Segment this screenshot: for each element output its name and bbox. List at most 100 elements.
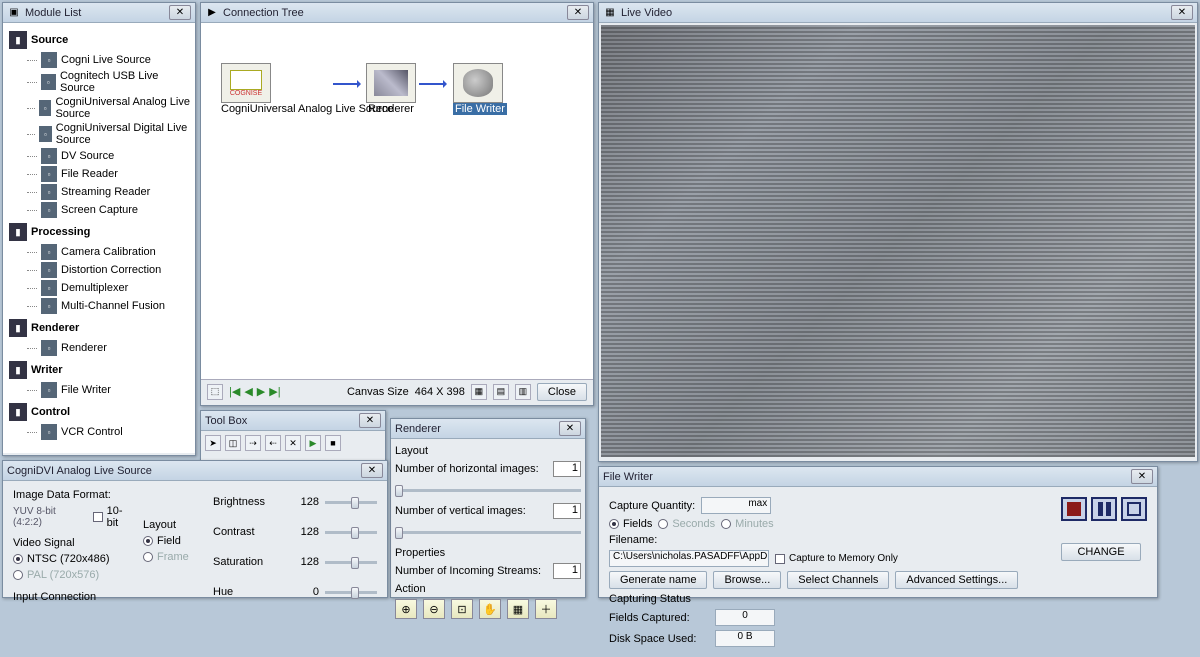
browse-button[interactable]: Browse...	[713, 571, 781, 589]
contrast-slider[interactable]	[325, 523, 377, 541]
toolbox-window: Tool Box ✕ ➤ ◫ ⇢ ⇠ ✕ ▶ ■	[200, 410, 386, 464]
properties-label: Properties	[395, 547, 581, 559]
last-icon[interactable]: ▶|	[269, 385, 280, 398]
hue-slider[interactable]	[325, 583, 377, 601]
next-icon[interactable]: ▶	[257, 385, 265, 398]
pal-radio[interactable]: PAL (720x576)	[13, 569, 133, 581]
module-list-window: ▣ Module List ✕ ▮Source ▫Cogni Live Sourc…	[2, 2, 196, 456]
brightness-slider[interactable]	[325, 493, 377, 511]
tree-category[interactable]: ▮Writer	[9, 361, 191, 379]
add-icon[interactable]: ＋	[535, 599, 557, 619]
tree-icon: ▶	[205, 6, 219, 20]
layout3-icon[interactable]: ▥	[515, 384, 531, 400]
tree-item[interactable]: ▫Screen Capture	[7, 201, 191, 219]
stop-icon[interactable]: ■	[325, 435, 341, 451]
tree-item[interactable]: ▫Cognitech USB Live Source	[7, 69, 191, 95]
stop-button[interactable]	[1121, 497, 1147, 521]
dvi-title: CogniDVI Analog Live Source	[7, 465, 361, 477]
minutes-radio[interactable]: Minutes	[721, 518, 774, 530]
tree-category[interactable]: ▮Processing	[9, 223, 191, 241]
frame-radio[interactable]: Frame	[143, 551, 203, 563]
filename-field[interactable]: C:\Users\nicholas.PASADFF\AppD	[609, 550, 769, 567]
select-icon[interactable]: ◫	[225, 435, 241, 451]
tree-item[interactable]: ▫Renderer	[7, 339, 191, 357]
tree-item[interactable]: ▫Multi-Channel Fusion	[7, 297, 191, 315]
fw-left: Capture Quantity: max Fields Seconds Min…	[609, 493, 1047, 651]
h-images-value[interactable]: 1	[553, 461, 581, 477]
h-slider[interactable]	[395, 481, 581, 499]
close-icon[interactable]: ✕	[359, 413, 381, 428]
tenbit-checkbox[interactable]: 10-bit	[93, 505, 133, 529]
zoom-in-icon[interactable]: ⊕	[395, 599, 417, 619]
dvi-titlebar[interactable]: CogniDVI Analog Live Source ✕	[3, 461, 387, 481]
renderer-titlebar[interactable]: Renderer ✕	[391, 419, 585, 439]
fields-radio[interactable]: Fields	[609, 518, 652, 530]
close-icon[interactable]: ✕	[1171, 5, 1193, 20]
advanced-settings-button[interactable]: Advanced Settings...	[895, 571, 1018, 589]
connection-tree-titlebar[interactable]: ▶ Connection Tree ✕	[201, 3, 593, 23]
tree-item[interactable]: ▫Camera Calibration	[7, 243, 191, 261]
tree-item[interactable]: ▫File Writer	[7, 381, 191, 399]
streams-value[interactable]: 1	[553, 563, 581, 579]
link-icon[interactable]: ⇢	[245, 435, 261, 451]
tree-item[interactable]: ▫CogniUniversal Digital Live Source	[7, 121, 191, 147]
tree-category[interactable]: ▮Renderer	[9, 319, 191, 337]
pan-icon[interactable]: ✋	[479, 599, 501, 619]
field-radio[interactable]: Field	[143, 535, 203, 547]
saturation-value: 128	[289, 556, 319, 568]
tree-item[interactable]: ▫VCR Control	[7, 423, 191, 441]
toolbox-titlebar[interactable]: Tool Box ✕	[201, 411, 385, 431]
generate-name-button[interactable]: Generate name	[609, 571, 707, 589]
saturation-slider[interactable]	[325, 553, 377, 571]
seconds-radio[interactable]: Seconds	[658, 518, 715, 530]
close-icon[interactable]: ✕	[567, 5, 589, 20]
v-images-value[interactable]: 1	[553, 503, 581, 519]
tree-item[interactable]: ▫Cogni Live Source	[7, 51, 191, 69]
node-filewriter[interactable]: File Writer	[453, 63, 507, 115]
select-channels-button[interactable]: Select Channels	[787, 571, 889, 589]
tree-item[interactable]: ▫File Reader	[7, 165, 191, 183]
layout1-icon[interactable]: ▦	[471, 384, 487, 400]
capture-mem-checkbox[interactable]: Capture to Memory Only	[775, 553, 898, 564]
change-button[interactable]: CHANGE	[1061, 543, 1141, 561]
connection-canvas[interactable]: COGNISE CogniUniversal Analog Live Sourc…	[201, 23, 593, 379]
close-button[interactable]: Close	[537, 383, 587, 401]
file-writer-titlebar[interactable]: File Writer ✕	[599, 467, 1157, 487]
grid-icon[interactable]: ▦	[507, 599, 529, 619]
module-list-titlebar[interactable]: ▣ Module List ✕	[3, 3, 195, 23]
close-icon[interactable]: ✕	[361, 463, 383, 478]
tree-item[interactable]: ▫CogniUniversal Analog Live Source	[7, 95, 191, 121]
layout2-icon[interactable]: ▤	[493, 384, 509, 400]
close-icon[interactable]: ✕	[559, 421, 581, 436]
tree-item[interactable]: ▫Streaming Reader	[7, 183, 191, 201]
disk-space-value: 0 B	[715, 630, 775, 647]
close-icon[interactable]: ✕	[1131, 469, 1153, 484]
v-slider[interactable]	[395, 523, 581, 541]
tree-item-label: CogniUniversal Digital Live Source	[56, 122, 191, 146]
record-button[interactable]	[1061, 497, 1087, 521]
tree-item[interactable]: ▫Distortion Correction	[7, 261, 191, 279]
category-label: Control	[31, 406, 70, 418]
tree-item-label: Renderer	[61, 342, 107, 354]
pointer-icon[interactable]: ➤	[205, 435, 221, 451]
pause-button[interactable]	[1091, 497, 1117, 521]
module-icon: ▫	[41, 202, 57, 218]
unlink-icon[interactable]: ⇠	[265, 435, 281, 451]
capture-qty-field[interactable]: max	[701, 497, 771, 514]
tree-item[interactable]: ▫DV Source	[7, 147, 191, 165]
module-icon: ▫	[39, 126, 52, 142]
zoom-fit-icon[interactable]: ⊡	[451, 599, 473, 619]
prev-icon[interactable]: ◀	[244, 385, 252, 398]
tree-item[interactable]: ▫Demultiplexer	[7, 279, 191, 297]
tree-category[interactable]: ▮Source	[9, 31, 191, 49]
zoom-out-icon[interactable]: ⊖	[423, 599, 445, 619]
node-renderer[interactable]: Renderer	[366, 63, 416, 115]
close-icon[interactable]: ✕	[169, 5, 191, 20]
ntsc-radio[interactable]: NTSC (720x486)	[13, 553, 133, 565]
cut-icon[interactable]: ✕	[285, 435, 301, 451]
tree-category[interactable]: ▮Control	[9, 403, 191, 421]
first-icon[interactable]: |◀	[229, 385, 240, 398]
play-icon[interactable]: ▶	[305, 435, 321, 451]
fit-icon[interactable]: ⬚	[207, 384, 223, 400]
live-video-titlebar[interactable]: ▦ Live Video ✕	[599, 3, 1197, 23]
